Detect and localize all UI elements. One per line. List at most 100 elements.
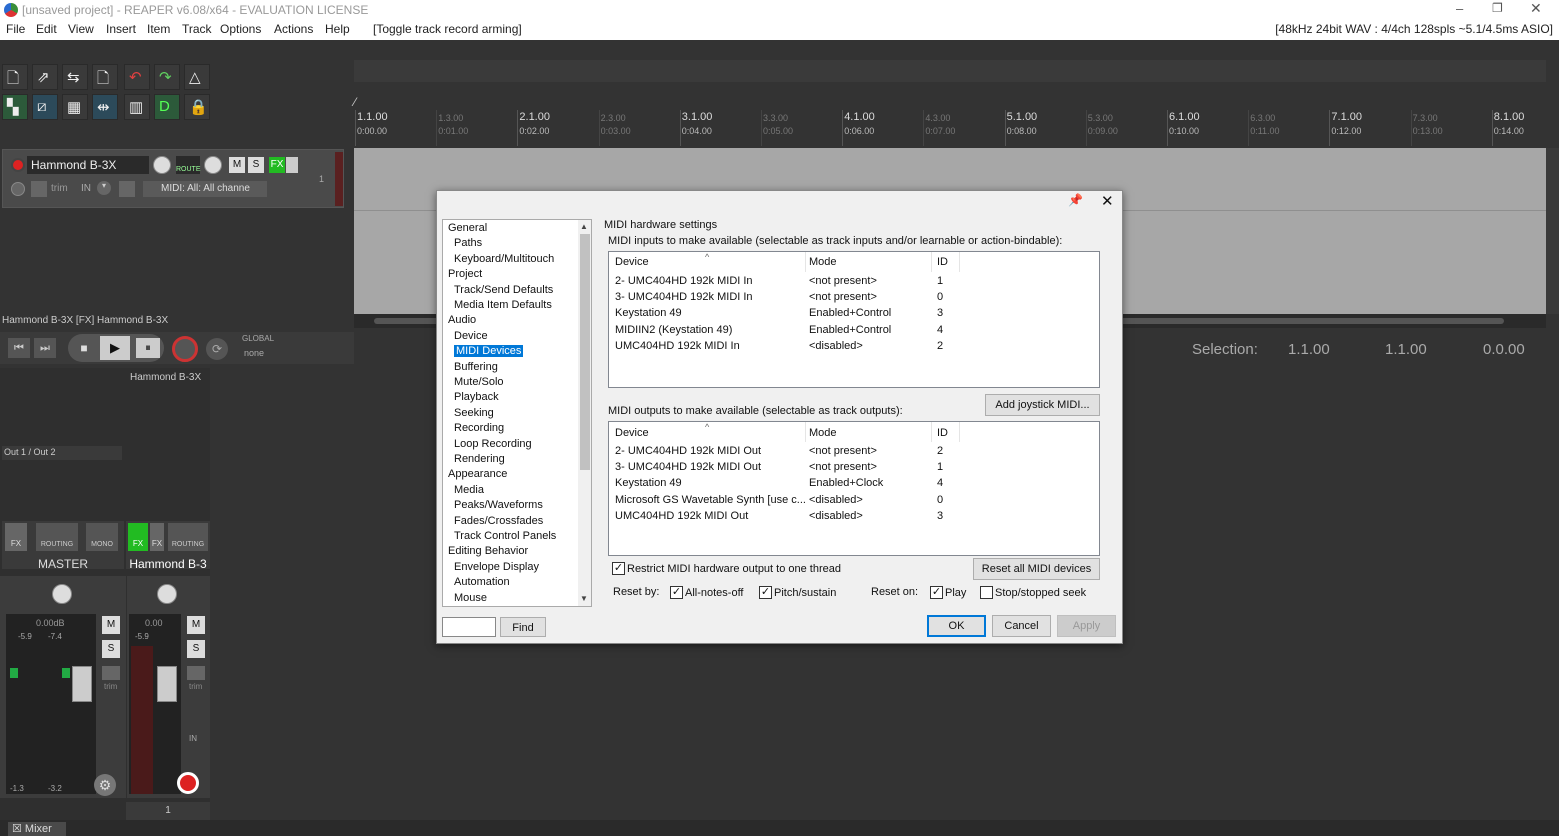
- selection-start[interactable]: 1.1.00: [1288, 341, 1330, 358]
- tree-item-media-item-defaults[interactable]: Media Item Defaults: [454, 299, 552, 311]
- tree-item-playback[interactable]: Playback: [454, 391, 499, 403]
- play-checkbox[interactable]: ✓: [930, 586, 943, 599]
- ok-button[interactable]: OK: [927, 615, 986, 637]
- inputs-header-mode[interactable]: Mode: [809, 256, 837, 268]
- tree-item-fades-crossfades[interactable]: Fades/Crossfades: [454, 515, 543, 527]
- tree-item-envelope-display[interactable]: Envelope Display: [454, 561, 539, 573]
- record-arm-icon[interactable]: [11, 158, 25, 172]
- tree-item-mouse[interactable]: Mouse: [454, 592, 487, 604]
- menu-actions[interactable]: Actions: [274, 22, 313, 36]
- track-record-arm-icon[interactable]: [177, 772, 199, 794]
- track-fx-bypass-button[interactable]: FX: [150, 523, 164, 551]
- tree-item-automation[interactable]: Automation: [454, 576, 510, 588]
- outputs-header-device[interactable]: Device: [615, 427, 649, 439]
- find-input[interactable]: [442, 617, 496, 637]
- redo-icon[interactable]: ↷: [154, 64, 180, 90]
- tree-item-track-control-panels[interactable]: Track Control Panels: [454, 530, 556, 542]
- track-panel[interactable]: Hammond B-3X ROUTE M S FX trim IN ▾ MIDI…: [2, 149, 344, 208]
- master-solo-button[interactable]: S: [102, 640, 120, 658]
- master-settings-icon[interactable]: ⚙: [94, 774, 116, 796]
- tree-scroll-thumb[interactable]: [580, 234, 590, 470]
- tree-item-media[interactable]: Media: [454, 484, 484, 496]
- track-name[interactable]: Hammond B-3X: [27, 156, 149, 174]
- tree-item-peaks-waveforms[interactable]: Peaks/Waveforms: [454, 499, 543, 511]
- mute-button[interactable]: M: [229, 157, 245, 173]
- inputs-header-id[interactable]: ID: [937, 256, 948, 268]
- project-settings-icon[interactable]: 🗋: [92, 64, 118, 90]
- master-mute-button[interactable]: M: [102, 616, 120, 634]
- table-row[interactable]: 2- UMC404HD 192k MIDI Out <not present> 2: [609, 444, 1099, 460]
- phase-icon[interactable]: [119, 181, 135, 197]
- pitch-sustain-checkbox[interactable]: ✓: [759, 586, 772, 599]
- pin-icon[interactable]: 📌: [1068, 193, 1083, 207]
- tree-item-audio[interactable]: Audio: [448, 314, 476, 326]
- close-icon[interactable]: ✕: [1530, 0, 1550, 17]
- restore-icon[interactable]: ❐: [1492, 1, 1512, 15]
- playhead-marker-icon[interactable]: ⁄: [354, 95, 356, 109]
- save-project-icon[interactable]: ⇆: [62, 64, 88, 90]
- output-select[interactable]: Out 1 / Out 2: [2, 446, 122, 460]
- menu-edit[interactable]: Edit: [36, 22, 57, 36]
- open-project-icon[interactable]: ⇗: [32, 64, 58, 90]
- stop-icon[interactable]: ■: [74, 338, 94, 358]
- table-row[interactable]: 2- UMC404HD 192k MIDI In <not present> 1: [609, 274, 1099, 290]
- master-env-icon[interactable]: [102, 666, 120, 680]
- add-joystick-button[interactable]: Add joystick MIDI...: [985, 394, 1100, 416]
- master-fx-button[interactable]: FX: [5, 523, 27, 551]
- grid-icon[interactable]: ▚: [2, 94, 28, 120]
- record-icon[interactable]: [172, 336, 198, 362]
- new-project-icon[interactable]: 🗋: [2, 64, 28, 90]
- table-row[interactable]: UMC404HD 192k MIDI In <disabled> 2: [609, 339, 1099, 355]
- envelope-button-icon[interactable]: [31, 181, 47, 197]
- monitor-icon[interactable]: [11, 182, 25, 196]
- tree-item-recording[interactable]: Recording: [454, 422, 504, 434]
- track-fx-button[interactable]: FX: [128, 523, 148, 551]
- menu-track[interactable]: Track: [182, 22, 212, 36]
- ruler[interactable]: [354, 98, 1546, 148]
- menu-help[interactable]: Help: [325, 22, 350, 36]
- cancel-button[interactable]: Cancel: [992, 615, 1051, 637]
- master-db-readout[interactable]: 0.00dB: [36, 618, 65, 628]
- track-pan-knob-icon[interactable]: [157, 584, 177, 604]
- tree-item-appearance[interactable]: Appearance: [448, 468, 507, 480]
- snap-icon[interactable]: ⧄: [32, 94, 58, 120]
- minimize-icon[interactable]: –: [1456, 1, 1476, 16]
- trim-label[interactable]: trim: [51, 183, 68, 194]
- midi-inputs-list[interactable]: Device ^ Mode ID 2- UMC404HD 192k MIDI I…: [608, 251, 1100, 388]
- table-row[interactable]: Microsoft GS Wavetable Synth [use c... <d…: [609, 493, 1099, 509]
- menu-item[interactable]: Item: [147, 22, 170, 36]
- track-routing-button[interactable]: ROUTING: [168, 523, 208, 551]
- tree-item-keyboard-multitouch[interactable]: Keyboard/Multitouch: [454, 253, 554, 265]
- metronome-icon[interactable]: △: [184, 64, 210, 90]
- restrict-checkbox[interactable]: ✓: [612, 562, 625, 575]
- midi-outputs-list[interactable]: Device ^ Mode ID 2- UMC404HD 192k MIDI O…: [608, 421, 1100, 556]
- tree-item-track-send-defaults[interactable]: Track/Send Defaults: [454, 284, 553, 296]
- master-pan-knob-icon[interactable]: [52, 584, 72, 604]
- track-fader-icon[interactable]: [157, 666, 177, 702]
- apply-button[interactable]: Apply: [1057, 615, 1116, 637]
- inputs-header-device[interactable]: Device: [615, 256, 649, 268]
- play-icon[interactable]: ▶: [100, 336, 130, 360]
- repeat-icon[interactable]: ⟳: [206, 338, 228, 360]
- menu-view[interactable]: View: [68, 22, 94, 36]
- solo-button[interactable]: S: [248, 157, 264, 173]
- tree-item-buffering[interactable]: Buffering: [454, 361, 498, 373]
- table-row[interactable]: MIDIIN2 (Keystation 49) Enabled+Control 4: [609, 323, 1099, 339]
- tree-item-device[interactable]: Device: [454, 330, 488, 342]
- master-mono-button[interactable]: MONO: [86, 523, 118, 551]
- fx-bypass-icon[interactable]: [286, 157, 298, 173]
- vertical-scrollbar[interactable]: [1546, 148, 1559, 314]
- tree-item-editing-behavior[interactable]: Editing Behavior: [448, 545, 528, 557]
- selection-length[interactable]: 0.0.00: [1483, 341, 1525, 358]
- input-dropdown-icon[interactable]: ▾: [97, 181, 111, 195]
- go-start-icon[interactable]: ⏮: [8, 338, 30, 358]
- tree-item-paths[interactable]: Paths: [454, 237, 482, 249]
- tree-scrollbar[interactable]: ▲ ▼: [578, 220, 591, 606]
- track-db-readout[interactable]: 0.00: [145, 618, 163, 628]
- tree-item-seeking[interactable]: Seeking: [454, 407, 494, 419]
- tree-item-project[interactable]: Project: [448, 268, 482, 280]
- all-notes-off-checkbox[interactable]: ✓: [670, 586, 683, 599]
- global-automation-label[interactable]: GLOBAL: [242, 334, 274, 343]
- menu-insert[interactable]: Insert: [106, 22, 136, 36]
- master-routing-button[interactable]: ROUTING: [36, 523, 78, 551]
